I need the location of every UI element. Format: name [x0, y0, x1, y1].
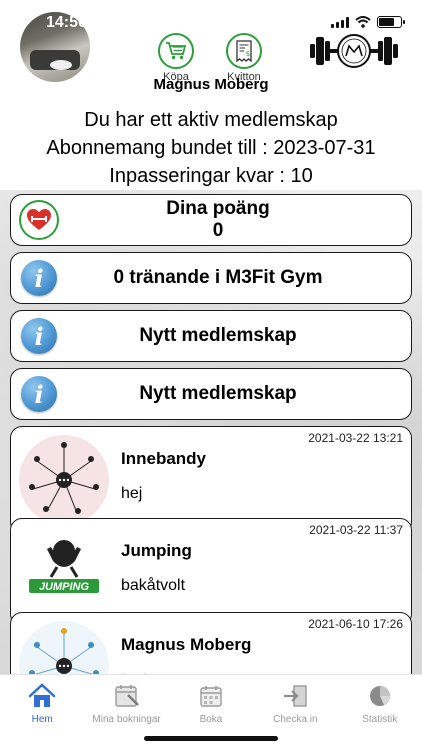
calendar-icon [196, 681, 226, 711]
runners-network-thumbnail [19, 435, 109, 525]
info-icon: i [21, 376, 57, 412]
bookings-icon [112, 681, 142, 711]
status-time: 14:50 [46, 14, 87, 31]
news-card[interactable]: JUMPING 2021-03-22 11:37 Jumping bakåtvo… [10, 518, 412, 626]
jumping-logo-thumbnail: JUMPING [19, 527, 109, 617]
new-membership-label: Nytt medlemskap [139, 325, 297, 346]
jumping-logo-text: JUMPING [39, 581, 90, 593]
user-name: Magnus Moberg [153, 76, 269, 93]
news-date: 2021-03-22 11:37 [309, 523, 403, 537]
battery-icon [377, 16, 405, 28]
news-body: bakåtvolt [121, 577, 186, 594]
tab-book[interactable]: Boka [169, 681, 253, 725]
training-now-card[interactable]: i 0 tränande i M3Fit Gym [10, 252, 412, 304]
membership-status: Du har ett aktiv medlemskap [84, 109, 338, 131]
tab-check-in[interactable]: Checka in [253, 681, 337, 725]
signal-icon [331, 16, 349, 28]
tab-my-bookings[interactable]: Mina bokningar [85, 681, 169, 725]
points-card[interactable]: Dina poäng 0 [10, 194, 412, 246]
points-label: Dina poäng [166, 198, 270, 219]
news-title: Innebandy [121, 449, 207, 468]
tab-check-in-label: Checka in [273, 714, 318, 725]
info-icon: i [21, 318, 57, 354]
news-body: hej [121, 485, 143, 502]
tab-statistics-label: Statistik [362, 714, 398, 725]
tab-home-label: Hem [31, 714, 53, 725]
status-bar: 14:50 [0, 0, 422, 40]
svg-text:$: $ [246, 50, 250, 58]
new-membership-label: Nytt medlemskap [139, 383, 297, 404]
news-title: Magnus Moberg [121, 635, 252, 654]
info-icon: i [21, 260, 57, 296]
heart-dumbbell-icon [19, 200, 59, 240]
training-now-label: 0 tränande i M3Fit Gym [113, 267, 323, 288]
statistics-icon [365, 681, 395, 711]
subscription-bound-until: Abonnemang bundet till : 2023-07-31 [46, 137, 376, 159]
check-in-icon [280, 681, 310, 711]
new-membership-card[interactable]: i Nytt medlemskap [10, 310, 412, 362]
wifi-icon [355, 16, 371, 28]
home-icon [27, 681, 57, 711]
tab-book-label: Boka [199, 714, 223, 725]
new-membership-card[interactable]: i Nytt medlemskap [10, 368, 412, 420]
news-date: 2021-03-22 13:21 [308, 431, 403, 445]
tab-home[interactable]: Hem [0, 681, 84, 725]
news-title: Jumping [121, 541, 192, 560]
status-icons [331, 16, 405, 28]
home-indicator [144, 736, 278, 741]
points-value: 0 [212, 220, 224, 241]
entries-left: Inpasseringar kvar : 10 [109, 165, 313, 187]
news-date: 2021-06-10 17:26 [308, 617, 403, 631]
membership-info: Du har ett aktiv medlemskap Abonnemang b… [0, 106, 422, 190]
tab-statistics[interactable]: Statistik [338, 681, 422, 725]
tab-my-bookings-label: Mina bokningar [92, 714, 161, 725]
